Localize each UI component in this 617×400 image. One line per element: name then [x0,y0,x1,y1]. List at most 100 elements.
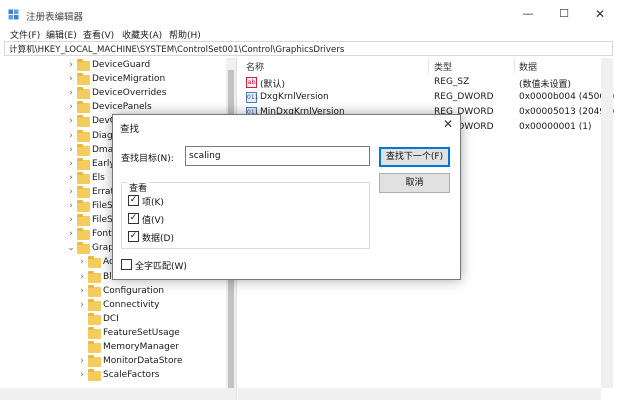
tree-item-label: ScaleFactors [103,370,160,381]
chevron-right-icon[interactable]: › [77,272,87,282]
chevron-down-icon[interactable]: ⌄ [66,243,76,253]
menu-file[interactable]: 文件(F) [10,28,40,41]
folder-icon [77,214,90,227]
folder-icon [77,143,90,156]
find-target-input[interactable] [185,146,370,166]
chevron-right-icon[interactable]: › [66,215,76,225]
chevron-right-icon[interactable]: › [66,145,76,155]
tree-item[interactable]: MemoryManager [0,341,226,355]
folder-icon [88,270,101,283]
checkbox-keys[interactable]: ✓ [128,195,139,206]
chevron-right-icon[interactable]: › [66,74,76,84]
chevron-right-icon[interactable]: › [77,370,87,380]
tree-item[interactable]: › MonitorDataStore [0,355,226,369]
column-header-name[interactable]: 名称 [246,60,264,73]
folder-icon [77,185,90,198]
string-value-icon: ab [246,77,257,88]
tree-item[interactable]: › DeviceOverrides [0,87,226,101]
tree-item[interactable]: › ScaleFactors [0,369,226,383]
address-bar[interactable]: 计算机\HKEY_LOCAL_MACHINE\SYSTEM\ControlSet… [4,41,613,56]
tree-item[interactable]: › Configuration [0,284,226,299]
tree-item[interactable]: › DeviceGuard [0,59,226,73]
folder-icon [77,200,90,212]
binary-value-icon: 011 [246,92,259,103]
chevron-right-icon[interactable]: › [77,356,87,366]
chevron-right-icon[interactable]: › [66,88,76,98]
column-header-type[interactable]: 类型 [434,60,452,73]
tree-item-label: MonitorDataStore [103,356,183,367]
value-data: 0x00000001 (1) [519,122,592,132]
menu-view[interactable]: 查看(V) [83,28,114,41]
close-icon[interactable]: ✕ [582,0,617,28]
option-data-label: 数据(D) [142,234,174,244]
menu-bar: 文件(F) 编辑(E) 查看(V) 收藏夹(A) 帮助(H) [0,26,617,42]
value-row[interactable]: 011 DxgKrnlVersion REG_DWORD 0x0000b004 … [238,90,617,105]
values-vertical-scrollbar[interactable] [601,58,613,388]
folder-icon [77,228,90,241]
tree-item[interactable]: › DeviceMigration [0,73,226,87]
match-whole-label: 全字匹配(W) [135,262,187,272]
folder-icon [77,101,90,114]
minimize-icon[interactable]: — [510,0,546,28]
maximize-icon[interactable]: ☐ [546,0,582,28]
chevron-right-icon[interactable]: › [66,159,76,169]
chevron-right-icon[interactable]: › [66,229,76,239]
folder-icon [77,115,90,128]
address-path: 计算机\HKEY_LOCAL_MACHINE\SYSTEM\ControlSet… [9,45,345,55]
checkbox-values[interactable]: ✓ [128,213,139,224]
folder-icon [77,242,90,255]
look-at-title: 查看 [127,181,150,194]
tree-horizontal-scrollbar[interactable] [0,388,226,400]
tree-item-label: Grap [92,243,114,254]
folder-icon [77,73,90,86]
dialog-close-icon[interactable]: ✕ [438,117,458,133]
find-next-button[interactable]: 查找下一个(F) [379,147,450,167]
chevron-right-icon[interactable]: › [66,60,76,70]
column-divider[interactable] [514,58,515,73]
chevron-right-icon[interactable]: › [77,300,87,310]
checkbox-data[interactable]: ✓ [128,231,139,242]
folder-icon [77,59,90,71]
folder-icon [88,298,101,311]
menu-help[interactable]: 帮助(H) [169,28,201,41]
tree-item[interactable]: FeatureSetUsage [0,326,226,341]
value-name: DxgKrnlVersion [260,92,329,102]
find-dialog: 查找 ✕ 查找目标(N): 查找下一个(F) 取消 查看 ✓ 项(K) ✓ 值(… [112,114,461,280]
cancel-button[interactable]: 取消 [379,173,450,193]
value-type: REG_DWORD [434,92,494,102]
folder-icon [88,284,101,297]
tree-item-label: FeatureSetUsage [103,327,180,338]
tree-item-label: DCI [103,313,119,324]
tree-item[interactable]: › Connectivity [0,298,226,313]
values-horizontal-scrollbar[interactable] [238,388,601,400]
tree-item-label: Errat [92,186,114,197]
value-row[interactable]: ab (默认) REG_SZ (数值未设置) [238,75,617,90]
menu-edit[interactable]: 编辑(E) [46,28,77,41]
folder-icon [88,355,101,368]
tree-item[interactable]: DCI [0,312,226,327]
chevron-right-icon[interactable]: › [66,131,76,141]
value-name: (默认) [260,80,286,90]
checkbox-match-whole[interactable] [121,259,132,270]
chevron-right-icon[interactable]: › [66,187,76,197]
tree-item-label: DevicePanels [92,102,152,113]
column-divider[interactable] [428,58,429,73]
folder-icon [77,171,90,184]
folder-icon [77,157,90,170]
chevron-right-icon[interactable]: › [66,173,76,183]
chevron-right-icon[interactable]: › [66,201,76,211]
registry-app-icon [8,9,19,20]
tree-item-label: Connectivity [103,299,160,310]
folder-icon [88,312,101,325]
column-header-data[interactable]: 数据 [519,60,537,73]
folder-icon [88,256,101,269]
chevron-right-icon[interactable]: › [77,286,87,296]
option-values-label: 值(V) [142,216,165,226]
chevron-right-icon[interactable]: › [66,102,76,112]
folder-icon [88,341,101,353]
chevron-right-icon[interactable]: › [66,116,76,126]
menu-favorites[interactable]: 收藏夹(A) [122,28,162,41]
find-dialog-title: 查找 [120,124,140,135]
title-bar: 注册表编辑器 — ☐ ✕ [0,0,617,28]
chevron-right-icon[interactable]: › [77,257,87,267]
